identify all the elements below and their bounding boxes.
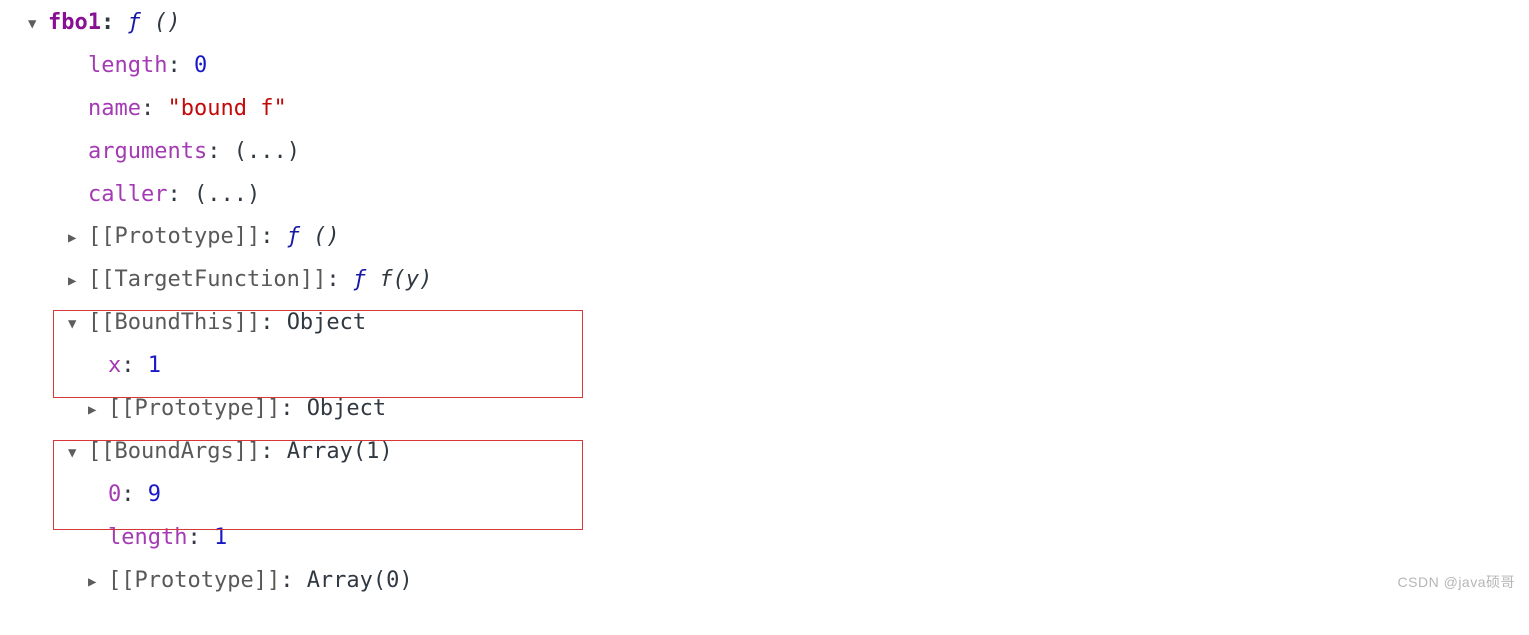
function-symbol: ƒ: [127, 10, 140, 35]
prop-key: x: [108, 353, 121, 378]
function-symbol: ƒ: [287, 224, 300, 249]
object-root-row[interactable]: fbo1: ƒ (): [28, 2, 1529, 45]
colon: :: [101, 10, 128, 35]
prop-value: (...): [194, 182, 260, 207]
colon: :: [121, 482, 148, 507]
colon: :: [280, 396, 307, 421]
prop-caller-row[interactable]: caller: (...): [28, 174, 1529, 217]
chevron-right-icon[interactable]: [88, 397, 108, 424]
colon: :: [207, 139, 234, 164]
chevron-down-icon[interactable]: [68, 311, 88, 338]
prop-key: [[Prototype]]: [108, 568, 280, 593]
prop-value: Object: [307, 396, 386, 421]
colon: :: [141, 96, 168, 121]
prop-name-row[interactable]: name: "bound f": [28, 88, 1529, 131]
prop-key: arguments: [88, 139, 207, 164]
prop-key: [[TargetFunction]]: [88, 267, 326, 292]
colon: :: [121, 353, 148, 378]
prop-value: Object: [287, 310, 366, 335]
prop-length-row[interactable]: length: 0: [28, 45, 1529, 88]
prop-key: caller: [88, 182, 167, 207]
watermark: CSDN @java硕哥: [1398, 569, 1515, 596]
colon: :: [260, 224, 287, 249]
chevron-down-icon[interactable]: [28, 11, 48, 38]
function-args: (): [154, 10, 181, 35]
colon: :: [260, 310, 287, 335]
boundargs-index0-row[interactable]: 0: 9: [28, 474, 1529, 517]
prop-key: length: [88, 53, 167, 78]
prop-value: 0: [194, 53, 207, 78]
prop-value: Array(0): [307, 568, 413, 593]
root-key: fbo1: [48, 10, 101, 35]
prop-value: Array(1): [287, 439, 393, 464]
boundargs-length-row[interactable]: length: 1: [28, 517, 1529, 560]
prop-key: length: [108, 525, 187, 550]
prop-key: 0: [108, 482, 121, 507]
colon: :: [167, 182, 194, 207]
chevron-right-icon[interactable]: [68, 268, 88, 295]
function-symbol: ƒ: [353, 267, 366, 292]
function-args: (): [313, 224, 340, 249]
colon: :: [167, 53, 194, 78]
colon: :: [326, 267, 353, 292]
chevron-right-icon[interactable]: [88, 569, 108, 596]
internal-boundargs-row[interactable]: [[BoundArgs]]: Array(1): [28, 431, 1529, 474]
colon: :: [280, 568, 307, 593]
prop-key: name: [88, 96, 141, 121]
prop-key: [[BoundArgs]]: [88, 439, 260, 464]
prop-key: [[BoundThis]]: [88, 310, 260, 335]
prop-value: 9: [148, 482, 161, 507]
chevron-right-icon[interactable]: [68, 225, 88, 252]
colon: :: [260, 439, 287, 464]
prop-key: [[Prototype]]: [108, 396, 280, 421]
prop-value: "bound f": [167, 96, 286, 121]
internal-prototype-row[interactable]: [[Prototype]]: ƒ (): [28, 216, 1529, 259]
boundargs-prototype-row[interactable]: [[Prototype]]: Array(0): [28, 560, 1529, 603]
colon: :: [187, 525, 214, 550]
prop-value: (...): [234, 139, 300, 164]
boundthis-x-row[interactable]: x: 1: [28, 345, 1529, 388]
chevron-down-icon[interactable]: [68, 440, 88, 467]
internal-targetfunction-row[interactable]: [[TargetFunction]]: ƒ f(y): [28, 259, 1529, 302]
boundthis-prototype-row[interactable]: [[Prototype]]: Object: [28, 388, 1529, 431]
function-args: f(y): [379, 267, 432, 292]
internal-boundthis-row[interactable]: [[BoundThis]]: Object: [28, 302, 1529, 345]
prop-value: 1: [214, 525, 227, 550]
prop-arguments-row[interactable]: arguments: (...): [28, 131, 1529, 174]
prop-value: 1: [148, 353, 161, 378]
prop-key: [[Prototype]]: [88, 224, 260, 249]
